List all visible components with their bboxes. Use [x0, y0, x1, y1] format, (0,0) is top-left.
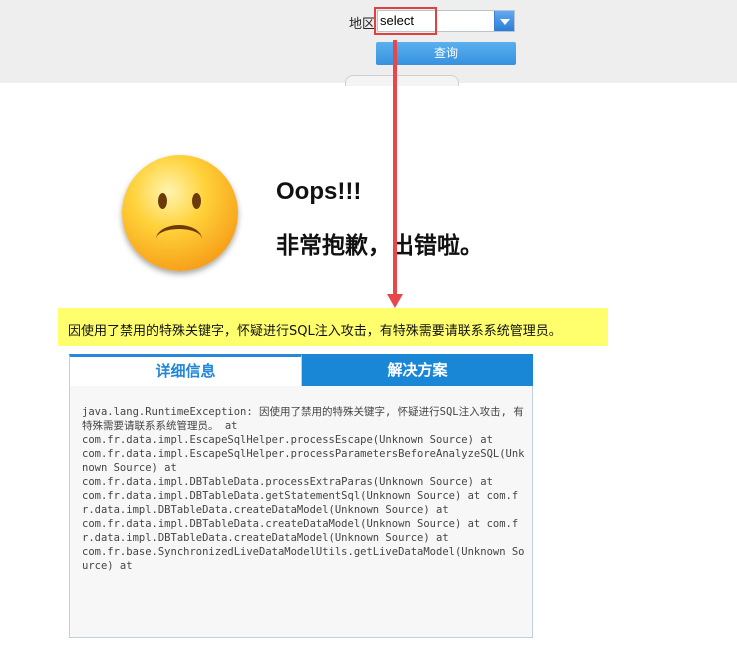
tab-solution[interactable]: 解决方案: [302, 354, 533, 386]
collapsed-tab-edge: [345, 75, 459, 86]
stack-trace-text: java.lang.RuntimeException: 因使用了禁用的特殊关键字…: [82, 406, 525, 572]
query-button[interactable]: 查询: [376, 42, 516, 65]
annotation-arrow-head-icon: [387, 294, 403, 308]
warning-banner: 因使用了禁用的特殊关键字，怀疑进行SQL注入攻击，有特殊需要请联系系统管理员。: [58, 308, 608, 346]
top-toolbar: 地区 select 查询: [0, 0, 737, 86]
face-right-eye: [192, 193, 201, 209]
sad-face-icon: [122, 155, 238, 271]
chevron-down-icon[interactable]: [494, 11, 514, 31]
face-left-eye: [158, 193, 167, 209]
annotation-highlight-box: [374, 7, 437, 35]
face-mouth: [156, 225, 202, 253]
error-tabs: 详细信息 解决方案: [69, 354, 533, 387]
annotation-arrow-line: [393, 40, 397, 298]
error-subtitle: 非常抱歉，出错啦。: [276, 233, 483, 259]
tab-details[interactable]: 详细信息: [69, 354, 302, 386]
details-panel: java.lang.RuntimeException: 因使用了禁用的特殊关键字…: [69, 386, 533, 638]
error-title: Oops!!!: [276, 178, 362, 205]
region-label: 地区: [349, 17, 376, 32]
warning-text: 因使用了禁用的特殊关键字，怀疑进行SQL注入攻击，有特殊需要请联系系统管理员。: [68, 324, 562, 339]
